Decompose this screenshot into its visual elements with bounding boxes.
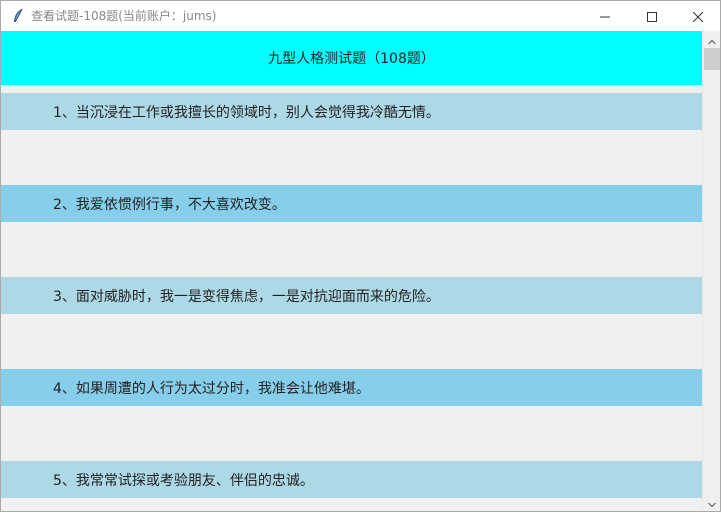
scroll-down-button[interactable] <box>703 494 720 511</box>
page-title: 九型人格测试题（108题） <box>1 31 702 85</box>
scroll-thumb[interactable] <box>704 48 720 70</box>
scroll-down-arrow-icon <box>707 493 716 511</box>
feather-icon <box>11 8 25 24</box>
scroll-up-arrow-icon <box>707 30 716 49</box>
window-title: 查看试题-108题(当前账户：jums) <box>31 9 217 23</box>
scroll-up-button[interactable] <box>703 31 720 48</box>
question-list: 九型人格测试题（108题） 1、当沉浸在工作或我擅长的领域时，别人会觉得我冷酷无… <box>1 31 702 511</box>
minimize-icon <box>600 7 610 26</box>
maximize-button[interactable] <box>629 1 675 31</box>
question-item-3: 3、面对威胁时，我一是变得焦虑，一是对抗迎面而来的危险。 <box>1 277 702 314</box>
app-window: 查看试题-108题(当前账户：jums) 九型人格测试题（108题） 1、当沉浸… <box>0 0 721 512</box>
question-item-1: 1、当沉浸在工作或我擅长的领域时，别人会觉得我冷酷无情。 <box>1 93 702 130</box>
title-bar[interactable]: 查看试题-108题(当前账户：jums) <box>1 1 720 31</box>
question-item-2: 2、我爱依惯例行事，不大喜欢改变。 <box>1 185 702 222</box>
maximize-icon <box>647 7 657 26</box>
minimize-button[interactable] <box>582 1 628 31</box>
vertical-scrollbar[interactable] <box>702 31 720 511</box>
close-button[interactable] <box>675 1 720 31</box>
close-icon <box>692 7 704 26</box>
question-item-4: 4、如果周遭的人行为太过分时，我准会让他难堪。 <box>1 369 702 406</box>
question-item-5: 5、我常常试探或考验朋友、伴侣的忠诚。 <box>1 461 702 498</box>
